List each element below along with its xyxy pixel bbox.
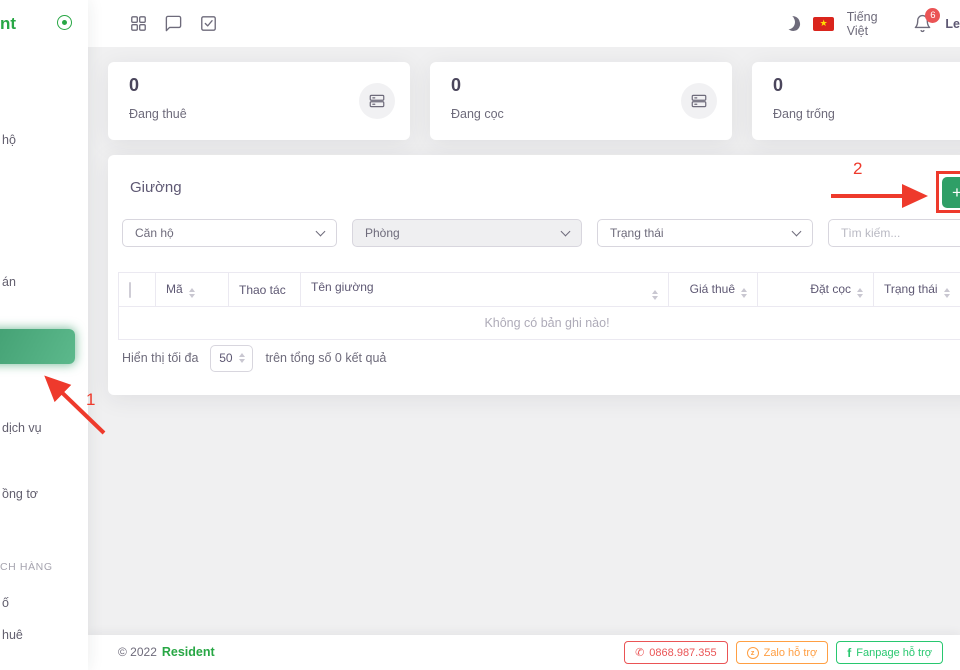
footer: © 2022 Resident ✆ 0868.987.355 z Zalo hỗ … — [88, 635, 960, 670]
apartment-select[interactable]: Căn hộ — [122, 219, 337, 247]
language-label[interactable]: Tiếng Việt — [847, 10, 901, 38]
stat-label: Đang cọc — [451, 107, 504, 121]
page-size-value: 50 — [219, 351, 233, 365]
apartment-select-label: Căn hộ — [135, 226, 174, 240]
copyright: © 2022 Resident — [118, 645, 215, 659]
chevron-down-icon — [315, 226, 326, 236]
column-gia-thue[interactable]: Giá thuê — [668, 272, 758, 307]
empty-row: Không có bản ghi nào! — [118, 306, 960, 340]
app-screen: nt hộ án dịch vụ ồng tơ CH HÀNG ố huê ★ … — [0, 0, 960, 670]
sort-icon — [943, 287, 950, 298]
sidebar-collapse-icon[interactable] — [57, 15, 72, 30]
sidebar-item-can-ho[interactable]: hộ — [2, 133, 16, 147]
bed-stack-icon — [681, 83, 717, 119]
column-ten-giuong[interactable]: Tên giường — [300, 272, 669, 307]
check-square-icon[interactable] — [199, 14, 218, 33]
chat-icon[interactable] — [164, 14, 183, 33]
copyright-year: © 2022 — [118, 645, 157, 659]
empty-state-text: Không có bản ghi nào! — [118, 306, 960, 340]
user-name[interactable]: Le — [945, 17, 960, 31]
beds-table: Mã Thao tác Tên giường Giá thuê Đặt cọc … — [118, 272, 960, 340]
beds-panel: Giường Căn hộ Phòng Trạng thái Tìm kiếm.… — [108, 155, 960, 395]
vietnam-flag-icon[interactable]: ★ — [813, 16, 834, 31]
sidebar-item-khach-thue[interactable]: huê — [2, 628, 23, 642]
select-all-cell — [118, 272, 156, 307]
navbar-actions: ★ Tiếng Việt 6 Le — [786, 0, 960, 47]
stat-label: Đang trống — [773, 107, 835, 121]
stat-card-dang-coc: 0 Đang cọc — [430, 62, 732, 140]
chevron-down-icon — [560, 226, 571, 236]
phone-icon: ✆ — [635, 647, 645, 659]
dark-mode-icon[interactable] — [784, 14, 802, 32]
bed-stack-icon — [359, 83, 395, 119]
stat-card-dang-trong: 0 Đang trống — [752, 62, 960, 140]
sort-icon — [188, 287, 195, 298]
page-size-stepper[interactable]: 50 — [210, 344, 254, 372]
notification-badge: 6 — [925, 8, 941, 23]
sidebar-item-active-giuong[interactable] — [0, 329, 75, 364]
status-select[interactable]: Trạng thái — [597, 219, 813, 247]
pagination: Hiển thị tối đa 50 trên tổng số 0 kết qu… — [122, 343, 386, 373]
annotation-step-2: 2 — [853, 159, 863, 178]
top-navbar: ★ Tiếng Việt 6 Le — [88, 0, 960, 47]
zalo-icon: z — [746, 646, 759, 659]
apps-grid-icon[interactable] — [129, 14, 148, 33]
app-logo[interactable]: nt — [0, 14, 16, 34]
pagination-prefix: Hiển thị tối đa — [122, 351, 199, 365]
stat-label: Đang thuê — [129, 107, 187, 121]
zalo-support-button[interactable]: z Zalo hỗ trợ — [735, 641, 829, 664]
pagination-suffix: trên tổng số 0 kết quả — [265, 351, 387, 365]
sort-icon — [741, 287, 747, 298]
annotation-highlight-box — [936, 171, 960, 213]
stat-value: 0 — [129, 75, 140, 95]
room-select-label: Phòng — [365, 226, 400, 240]
room-select[interactable]: Phòng — [352, 219, 582, 247]
support-buttons: ✆ 0868.987.355 z Zalo hỗ trợ f Fanpage h… — [624, 641, 943, 664]
stepper-arrows-icon — [238, 353, 245, 363]
stat-value: 0 — [451, 75, 462, 95]
notifications-button[interactable]: 6 — [913, 8, 941, 33]
stat-value: 0 — [773, 75, 784, 95]
footer-brand-link[interactable]: Resident — [162, 645, 215, 659]
search-input[interactable] — [828, 219, 960, 247]
sidebar-section-khach-hang: CH HÀNG — [0, 561, 53, 573]
sidebar-item-dich-vu[interactable]: dịch vụ — [2, 421, 42, 435]
chevron-down-icon — [791, 226, 802, 236]
table-header-row: Mã Thao tác Tên giường Giá thuê Đặt cọc … — [118, 272, 960, 307]
sort-icon — [857, 287, 863, 298]
column-trang-thai[interactable]: Trạng thái — [873, 272, 960, 307]
sidebar-item-o[interactable]: ố — [2, 596, 9, 610]
fanpage-support-button[interactable]: f Fanpage hỗ trợ — [836, 641, 943, 664]
column-dat-coc[interactable]: Đặt cọc — [757, 272, 874, 307]
column-thao-tac: Thao tác — [228, 272, 301, 307]
status-select-label: Trạng thái — [610, 226, 664, 240]
sidebar: nt hộ án dịch vụ ồng tơ CH HÀNG ố huê — [0, 0, 88, 670]
column-ma[interactable]: Mã — [155, 272, 229, 307]
sort-icon — [652, 289, 658, 300]
filter-row: Căn hộ Phòng Trạng thái — [122, 219, 960, 247]
sidebar-item-ong-to[interactable]: ồng tơ — [2, 487, 38, 501]
phone-support-button[interactable]: ✆ 0868.987.355 — [624, 641, 728, 664]
select-all-checkbox[interactable] — [129, 281, 131, 298]
facebook-icon: f — [847, 645, 852, 660]
stat-card-dang-thue: 0 Đang thuê — [108, 62, 410, 140]
panel-title: Giường — [130, 179, 182, 196]
navbar-shortcuts — [129, 14, 218, 33]
sidebar-item-an[interactable]: án — [2, 275, 16, 289]
annotation-step-1: 1 — [86, 390, 96, 409]
